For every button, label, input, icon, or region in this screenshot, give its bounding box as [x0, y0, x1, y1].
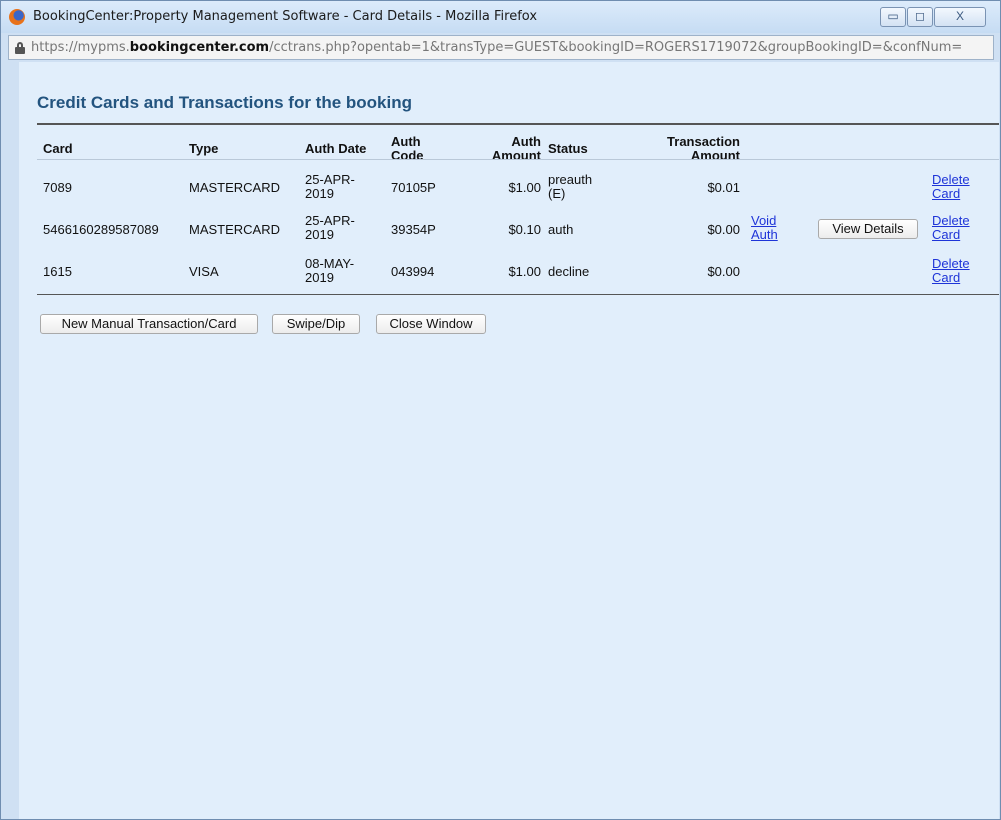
window-title: BookingCenter:Property Management Softwa… — [33, 9, 538, 24]
delete-card-link[interactable]: Delete Card — [932, 173, 970, 201]
url-text: https://mypms.bookingcenter.com/cctrans.… — [31, 40, 963, 55]
transaction-amount: $0.00 — [707, 222, 740, 237]
close-window-icon[interactable]: X — [934, 7, 986, 27]
browser-popup-window: BookingCenter:Property Management Softwa… — [0, 0, 1001, 820]
card-type: MASTERCARD — [189, 222, 281, 237]
swipe-dip-button[interactable]: Swipe/Dip — [272, 314, 360, 334]
firefox-icon — [9, 9, 25, 25]
auth-amount: $0.10 — [508, 222, 541, 237]
auth-amount: $1.00 — [508, 264, 541, 279]
auth-date: 08-MAY- 2019 — [305, 256, 355, 285]
delete-card-link[interactable]: Delete Card — [932, 257, 970, 285]
auth-date: 25-APR- 2019 — [305, 172, 355, 201]
table-bottom-divider — [37, 294, 999, 295]
auth-date: 25-APR- 2019 — [305, 213, 355, 242]
transaction-amount: $0.00 — [707, 264, 740, 279]
header-divider — [37, 159, 999, 160]
card-number: 1615 — [43, 264, 72, 279]
delete-card-link[interactable]: Delete Card — [932, 214, 970, 242]
column-header-status: Status — [548, 141, 588, 156]
url-bar[interactable]: https://mypms.bookingcenter.com/cctrans.… — [8, 35, 994, 60]
column-header-auth-date: Auth Date — [305, 141, 367, 156]
minimize-button[interactable]: ▭ — [880, 7, 906, 27]
title-bar[interactable]: BookingCenter:Property Management Softwa… — [1, 1, 1000, 33]
page-title: Credit Cards and Transactions for the bo… — [37, 93, 412, 112]
card-number: 7089 — [43, 180, 72, 195]
transaction-amount: $0.01 — [707, 180, 740, 195]
auth-code: 39354P — [391, 222, 436, 237]
close-window-button[interactable]: Close Window — [376, 314, 486, 334]
status: preauth (E) — [548, 172, 593, 201]
card-type: VISA — [189, 264, 219, 279]
view-details-button[interactable]: View Details — [818, 219, 918, 239]
card-number: 5466160289587089 — [43, 222, 159, 237]
column-header-card: Card — [43, 141, 73, 156]
auth-code: 043994 — [391, 264, 435, 279]
card-type: MASTERCARD — [189, 180, 281, 195]
status: decline — [548, 264, 590, 279]
status: auth — [548, 222, 574, 237]
auth-code: 70105P — [391, 180, 436, 195]
table-top-divider — [37, 123, 999, 125]
new-manual-transaction-button[interactable]: New Manual Transaction/Card — [40, 314, 258, 334]
lock-icon — [15, 42, 25, 54]
page-content: Credit Cards and Transactions for the bo… — [19, 62, 999, 819]
auth-amount: $1.00 — [508, 180, 541, 195]
column-header-type: Type — [189, 141, 219, 156]
maximize-button[interactable]: ◻ — [907, 7, 933, 27]
void-auth-link[interactable]: Void Auth — [751, 214, 778, 242]
